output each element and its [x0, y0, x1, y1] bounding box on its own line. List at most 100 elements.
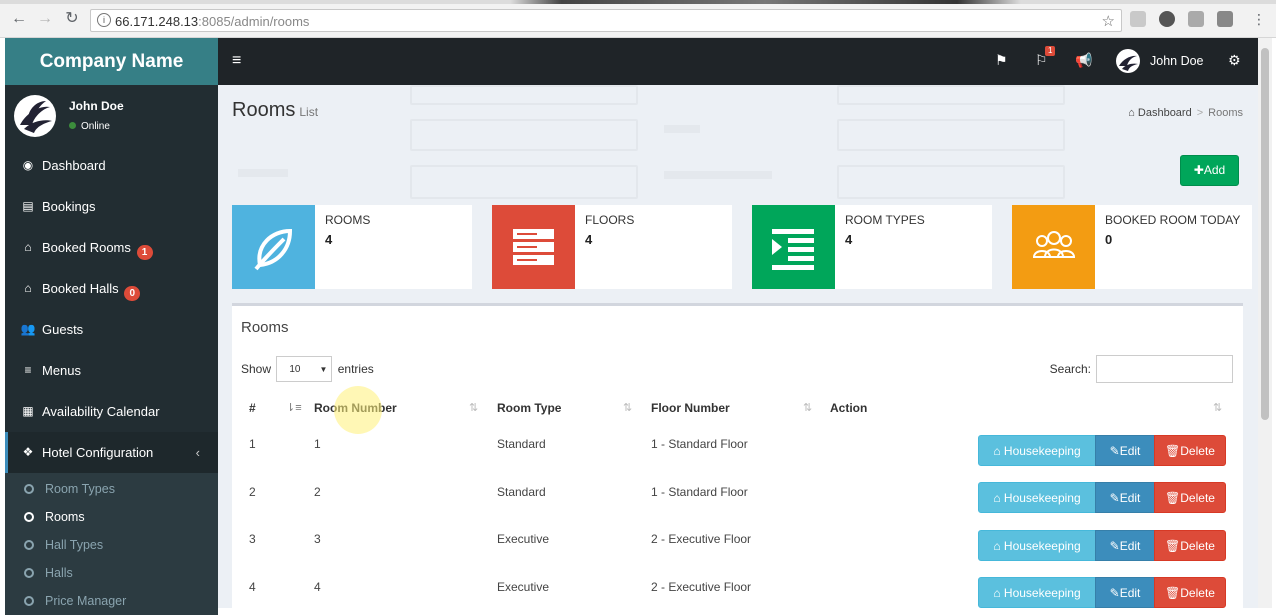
home-icon: ⌂	[24, 281, 32, 295]
page-title: Rooms List	[232, 99, 319, 121]
sort-icon[interactable]: ⇅	[803, 401, 812, 414]
trash-icon: 🗑	[1165, 539, 1181, 553]
delete-button[interactable]: 🗑Delete	[1154, 435, 1226, 466]
forward-icon[interactable]: →	[36, 10, 54, 28]
cursor-highlight	[334, 386, 382, 434]
sort-icon[interactable]: ⇅	[623, 401, 632, 414]
cell-floor-number: 2 - Executive Floor	[651, 580, 752, 594]
browser-toolbar: ← → ↻ i 66.171.248.13:8085/admin/rooms ☆…	[0, 0, 1276, 38]
browser-menu-icon[interactable]: ⋮	[1250, 10, 1268, 28]
stat-label: FLOORS	[585, 213, 635, 227]
sidebar-item-availability-calendar[interactable]: ▦ Availability Calendar	[5, 391, 218, 432]
search-input[interactable]	[1096, 355, 1233, 383]
info-icon[interactable]: i	[97, 13, 111, 27]
user-avatar[interactable]	[1116, 49, 1140, 73]
extension-icon[interactable]	[1217, 11, 1233, 27]
top-user-name[interactable]: John Doe	[1150, 54, 1204, 68]
sort-icon[interactable]: ⇅	[1213, 401, 1222, 414]
edit-button[interactable]: ✎Edit	[1095, 482, 1155, 513]
stat-box-floors: FLOORS 4	[492, 205, 732, 289]
edit-button[interactable]: ✎Edit	[1095, 530, 1155, 561]
sidebar-subitem-halls[interactable]: Halls	[5, 559, 218, 587]
stat-box-room-types: ROOM TYPES 4	[752, 205, 992, 289]
indent-icon	[752, 205, 835, 289]
column-header-floor-number[interactable]: Floor Number	[651, 401, 730, 415]
breadcrumb: ⌂ Dashboard > Rooms	[1128, 107, 1243, 119]
edit-button[interactable]: ✎Edit	[1095, 577, 1155, 608]
cell-room-type: Executive	[497, 580, 550, 594]
stat-value: 4	[325, 232, 333, 247]
sort-icon[interactable]: ⇅	[469, 401, 478, 414]
group-icon	[1012, 205, 1095, 289]
housekeeping-button[interactable]: ⌂ Housekeeping	[978, 482, 1096, 513]
language-icon[interactable]: ⚑	[995, 52, 1008, 69]
sidebar-item-bookings[interactable]: ▤ Bookings	[5, 186, 218, 227]
delete-button[interactable]: 🗑Delete	[1154, 577, 1226, 608]
flag-badge: 1	[1045, 46, 1056, 56]
address-bar[interactable]: i 66.171.248.13:8085/admin/rooms ☆	[90, 9, 1122, 32]
scrollbar-thumb[interactable]	[1261, 48, 1269, 420]
dashboard-icon: ◉	[22, 158, 34, 172]
sidebar-toggle-icon[interactable]: ≡	[232, 52, 241, 70]
cell-index: 4	[249, 580, 256, 594]
online-dot-icon	[69, 122, 76, 129]
sidebar-item-booked-rooms[interactable]: ⌂ Booked Rooms 1	[5, 227, 218, 268]
entries-select[interactable]: 10 ▼	[276, 356, 333, 382]
sidebar-item-dashboard[interactable]: ◉ Dashboard	[5, 145, 218, 186]
extension-icon[interactable]	[1130, 11, 1146, 27]
bookmark-star-icon[interactable]: ☆	[1102, 12, 1115, 30]
booked-rooms-badge: 1	[136, 245, 153, 260]
browser-tab-strip	[0, 0, 1276, 4]
sort-asc-icon[interactable]: ⇂≡	[286, 401, 302, 414]
cell-floor-number: 1 - Standard Floor	[651, 437, 748, 451]
gears-icon[interactable]: ⚙	[1228, 52, 1241, 69]
breadcrumb-dashboard[interactable]: Dashboard	[1138, 107, 1192, 119]
column-header-room-type[interactable]: Room Type	[497, 401, 561, 415]
page-scrollbar[interactable]	[1258, 38, 1272, 608]
calendar-icon: ▦	[22, 404, 34, 418]
sidebar-subitem-room-types[interactable]: Room Types	[5, 475, 218, 503]
stat-box-rooms: ROOMS 4	[232, 205, 472, 289]
delete-button[interactable]: 🗑Delete	[1154, 482, 1226, 513]
cell-room-number: 2	[314, 485, 321, 499]
reload-icon[interactable]: ↻	[63, 10, 81, 28]
extension-icon[interactable]	[1159, 11, 1175, 27]
length-control: Show 10 ▼ entries	[241, 356, 374, 382]
edit-button[interactable]: ✎Edit	[1095, 435, 1155, 466]
cell-index: 1	[249, 437, 256, 451]
cell-room-type: Standard	[497, 437, 546, 451]
trash-icon: 🗑	[1165, 586, 1181, 600]
download-icon[interactable]	[1188, 11, 1204, 27]
cell-room-type: Standard	[497, 485, 546, 499]
stat-box-booked-room-today: BOOKED ROOM TODAY 0	[1012, 205, 1252, 289]
leaf-icon	[232, 205, 315, 289]
delete-button[interactable]: 🗑Delete	[1154, 530, 1226, 561]
cell-room-type: Executive	[497, 532, 550, 546]
cell-floor-number: 2 - Executive Floor	[651, 532, 752, 546]
sidebar-subitem-price-manager[interactable]: Price Manager	[5, 587, 218, 615]
add-room-button[interactable]: ✚Add	[1180, 155, 1239, 186]
sidebar-subitem-rooms[interactable]: Rooms	[5, 503, 218, 531]
dropdown-arrow-icon: ▼	[319, 365, 328, 374]
home-icon: ⌂	[993, 539, 1004, 553]
dashboard-breadcrumb-icon: ⌂	[1128, 107, 1135, 119]
user-status: Online	[69, 121, 110, 132]
edit-icon: ✎	[1109, 586, 1120, 600]
sidebar-item-booked-halls[interactable]: ⌂ Booked Halls 0	[5, 268, 218, 309]
sidebar-item-guests[interactable]: 👥 Guests	[5, 309, 218, 350]
stat-label: ROOM TYPES	[845, 213, 925, 227]
column-header-index[interactable]: #	[249, 401, 256, 415]
sidebar-item-hotel-configuration[interactable]: ❖ Hotel Configuration ‹	[5, 432, 218, 473]
sidebar-item-menus[interactable]: ≡ Menus	[5, 350, 218, 391]
housekeeping-button[interactable]: ⌂ Housekeeping	[978, 435, 1096, 466]
housekeeping-button[interactable]: ⌂ Housekeeping	[978, 530, 1096, 561]
bullhorn-icon[interactable]: 📢	[1075, 52, 1092, 69]
housekeeping-button[interactable]: ⌂ Housekeeping	[978, 577, 1096, 608]
main-content: Rooms List ⌂ Dashboard > Rooms ✚Add ROOMS 4…	[218, 85, 1272, 608]
back-icon[interactable]: ←	[10, 10, 28, 28]
brand-logo[interactable]: Company Name	[5, 38, 218, 85]
circle-icon	[24, 540, 34, 550]
home-icon: ⌂	[24, 240, 32, 254]
edit-icon: ✎	[1109, 491, 1120, 505]
sidebar-subitem-hall-types[interactable]: Hall Types	[5, 531, 218, 559]
